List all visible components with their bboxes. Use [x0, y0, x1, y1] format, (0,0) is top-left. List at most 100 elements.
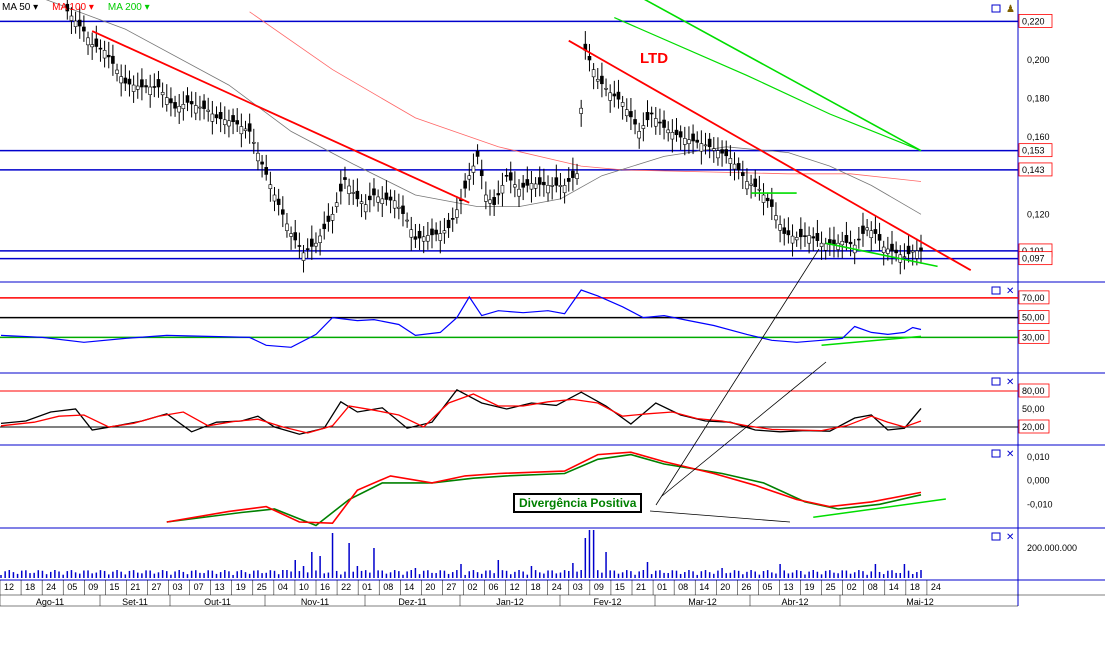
candle-body [164, 97, 169, 105]
candle-body [604, 87, 608, 90]
candle-body [119, 76, 123, 84]
candle-body [189, 101, 194, 105]
macd-tick-label: 0,000 [1027, 476, 1050, 486]
candle-body [902, 256, 907, 259]
candle-body [471, 165, 476, 173]
day-label: 18 [25, 582, 35, 592]
candle-body [753, 178, 758, 187]
candle-body [326, 215, 331, 222]
ma100-legend[interactable]: MA 100 ▾ [52, 2, 94, 16]
candle-body [218, 112, 223, 120]
day-label: 16 [320, 582, 330, 592]
close-icon: ✕ [1006, 377, 1014, 388]
day-label: 05 [67, 582, 77, 592]
candle-body [711, 148, 716, 151]
macd-signal-line [166, 453, 922, 527]
candle-body [873, 229, 878, 234]
candle-body [111, 55, 115, 64]
candle-body [193, 105, 198, 114]
candle-body [811, 236, 816, 239]
rsi-tick-label: 30,00 [1022, 332, 1045, 342]
day-label: 15 [109, 582, 119, 592]
candle-body [678, 131, 683, 138]
stoch-tick-label: 20,00 [1022, 422, 1045, 432]
candle-body [173, 102, 177, 109]
ma50-legend[interactable]: MA 50 ▾ [2, 2, 38, 16]
day-label: 12 [4, 582, 14, 592]
candle-body [616, 91, 621, 100]
candle-body [380, 198, 385, 205]
month-label: Set-11 [122, 597, 148, 607]
candle-body [703, 144, 708, 147]
candle-body [160, 92, 165, 96]
candle-body [745, 181, 749, 190]
day-label: 08 [868, 582, 878, 592]
candle-body [131, 84, 136, 92]
candle-body [115, 69, 119, 74]
ltd-annotation: LTD [640, 50, 669, 67]
candle-body [546, 185, 550, 194]
ma-legend: MA 50 ▾ MA 100 ▾ MA 200 ▾ [2, 2, 150, 16]
stoch-k-line [0, 388, 922, 435]
candle-body [500, 185, 505, 194]
candle-body [264, 167, 269, 175]
price-tick-label: 0,120 [1027, 209, 1050, 219]
maximize-icon [991, 377, 1001, 386]
candle-body [135, 85, 140, 90]
price-level-label: 0,143 [1022, 165, 1045, 175]
candle-body [450, 218, 455, 220]
candle-body [587, 55, 592, 61]
day-label: 07 [194, 582, 204, 592]
price-tick-label: 0,180 [1027, 94, 1050, 104]
candle-body [620, 102, 625, 107]
candle-body [819, 242, 824, 247]
stoch-tick-label: 50,00 [1022, 404, 1045, 414]
candle-body [881, 246, 886, 253]
day-label: 01 [657, 582, 667, 592]
candle-body [807, 235, 811, 244]
candle-body [442, 230, 447, 234]
day-label: 02 [467, 582, 477, 592]
candle-body [517, 188, 521, 197]
candle-body [198, 106, 202, 109]
candle-body [231, 115, 235, 123]
day-label: 05 [762, 582, 772, 592]
day-label: 20 [425, 582, 435, 592]
ma200-legend[interactable]: MA 200 ▾ [108, 2, 150, 16]
day-label: 24 [931, 582, 941, 592]
candle-body [276, 198, 281, 205]
candle-body [571, 170, 575, 178]
candle-body [778, 224, 782, 231]
candle-body [894, 249, 898, 254]
candle-body [384, 192, 389, 200]
candle-body [728, 158, 733, 164]
month-label: Dez-11 [398, 597, 426, 607]
month-label: Mar-12 [688, 597, 717, 607]
rsi-tick-label: 50,00 [1022, 313, 1045, 323]
candle-body [612, 93, 617, 97]
candle-body [355, 190, 360, 200]
candle-body [774, 215, 778, 221]
candle-body [869, 230, 874, 238]
candle-body [310, 238, 314, 247]
candle-body [658, 121, 662, 124]
day-label: 08 [383, 582, 393, 592]
candle-body [318, 235, 322, 243]
maximize-icon [991, 4, 1001, 13]
candle-body [206, 109, 211, 112]
candle-body [566, 178, 571, 182]
candle-body [314, 242, 318, 247]
candles-group [65, 0, 923, 275]
candle-body [98, 47, 103, 50]
candle-body [910, 250, 915, 253]
candle-body [513, 184, 517, 188]
candle-body [488, 199, 492, 204]
day-label: 25 [257, 582, 267, 592]
day-label: 27 [446, 582, 456, 592]
day-label: 12 [510, 582, 520, 592]
day-label: 01 [362, 582, 372, 592]
candle-body [840, 240, 845, 246]
candle-body [285, 223, 289, 231]
month-label: Mai-12 [906, 597, 934, 607]
candle-body [305, 248, 310, 250]
